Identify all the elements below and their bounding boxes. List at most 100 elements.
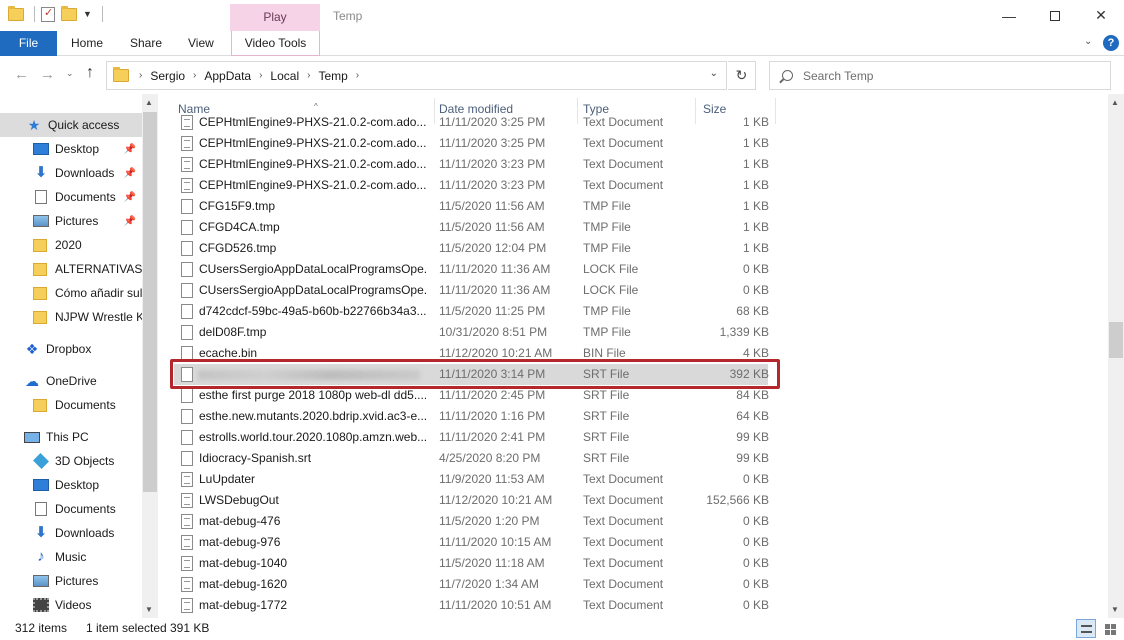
sidebar-scroll-thumb[interactable] — [143, 112, 157, 492]
file-icon — [181, 283, 193, 298]
maximize-button[interactable] — [1032, 0, 1078, 31]
table-row[interactable]: Idiocracy-Spanish.srt 4/25/2020 8:20 PM SR… — [174, 448, 769, 469]
recent-locations-icon[interactable]: ⌄ — [66, 68, 74, 79]
sidebar-scrollbar[interactable]: ▲ ▼ — [142, 94, 158, 618]
cloud-icon: ☁ — [25, 373, 39, 389]
table-row[interactable]: esthe.new.mutants.2020.bdrip.xvid.ac3-e.… — [174, 406, 769, 427]
sidebar-item-como-anadir[interactable]: Cómo añadir sul — [0, 281, 142, 305]
file-name: LuUpdater — [199, 472, 256, 486]
sidebar-item-this-pc[interactable]: This PC — [0, 425, 142, 449]
file-icon — [181, 304, 193, 319]
sidebar-item-videos[interactable]: Videos — [0, 593, 142, 617]
table-row[interactable]: CEPHtmlEngine9-PHXS-21.0.2-com.ado... 11/… — [174, 133, 769, 154]
scroll-down-icon[interactable]: ▼ — [145, 605, 153, 614]
file-list-scroll-thumb[interactable] — [1109, 322, 1123, 358]
tab-share[interactable]: Share — [130, 31, 162, 56]
sidebar-item-njpw[interactable]: NJPW Wrestle Ki — [0, 305, 142, 329]
scroll-up-icon[interactable]: ▲ — [1111, 98, 1119, 107]
sidebar-item-music[interactable]: ♪ Music — [0, 545, 142, 569]
table-row[interactable]: CEPHtmlEngine9-PHXS-21.0.2-com.ado... 11/… — [174, 175, 769, 196]
breadcrumb-temp[interactable]: Temp — [318, 69, 347, 83]
breadcrumb-appdata[interactable]: AppData — [204, 69, 251, 83]
sidebar-item-onedrive[interactable]: ☁ OneDrive — [0, 369, 142, 393]
table-row[interactable]: mat-debug-1772 11/11/2020 10:51 AM Text Do… — [174, 595, 769, 616]
forward-arrow-icon[interactable]: → — [40, 66, 55, 83]
chevron-down-icon[interactable]: ⌄ — [710, 68, 718, 79]
sidebar-item-quick-access[interactable]: ★ Quick access — [0, 113, 142, 137]
file-date-modified: 11/5/2020 11:56 AM — [439, 220, 545, 234]
sidebar-item-documents[interactable]: Documents 📌 — [0, 185, 142, 209]
sidebar-item-3d-objects[interactable]: 3D Objects — [0, 449, 142, 473]
large-icons-view-button[interactable] — [1100, 619, 1120, 638]
table-row[interactable]: estrolls.world.tour.2020.1080p.amzn.web.… — [174, 427, 769, 448]
address-bar[interactable]: › Sergio › AppData › Local › Temp › ⌄ — [106, 61, 727, 90]
sidebar-item-label: Desktop — [55, 142, 100, 156]
sidebar-item-pictures[interactable]: Pictures 📌 — [0, 209, 142, 233]
column-divider[interactable] — [775, 98, 776, 124]
chevron-right-icon[interactable]: › — [356, 70, 359, 81]
table-row[interactable]: mat-debug-476 11/5/2020 1:20 PM Text Docum… — [174, 511, 769, 532]
sidebar-item-pc-desktop[interactable]: Desktop — [0, 473, 142, 497]
file-name: CFGD526.tmp — [199, 241, 277, 255]
table-row[interactable]: d742cdcf-59bc-49a5-b60b-b22766b34a3... 11… — [174, 301, 769, 322]
tab-view[interactable]: View — [188, 31, 214, 56]
breadcrumb-sergio[interactable]: Sergio — [150, 69, 185, 83]
table-row[interactable]: CEPHtmlEngine9-PHXS-21.0.2-com.ado... 11/… — [174, 154, 769, 175]
file-name: Idiocracy-Spanish.srt — [199, 451, 312, 465]
chevron-right-icon[interactable]: › — [259, 70, 262, 81]
sidebar-item-pc-pictures[interactable]: Pictures — [0, 569, 142, 593]
search-input[interactable] — [803, 68, 1083, 83]
download-icon: ⬇ — [34, 164, 48, 181]
file-name: CEPHtmlEngine9-PHXS-21.0.2-com.ado... — [199, 178, 426, 192]
minimize-button[interactable]: — — [986, 0, 1032, 31]
sidebar-item-2020[interactable]: 2020 — [0, 233, 142, 257]
tab-video-tools[interactable]: Video Tools — [231, 31, 320, 56]
refresh-button[interactable]: ↻ — [728, 61, 756, 90]
close-button[interactable]: ✕ — [1078, 0, 1124, 31]
expand-ribbon-icon[interactable]: ⌄ — [1084, 36, 1092, 47]
table-row[interactable]: mat-debug-1040 11/5/2020 11:18 AM Text Doc… — [174, 553, 769, 574]
sidebar-item-desktop[interactable]: Desktop 📌 — [0, 137, 142, 161]
table-row[interactable]: CUsersSergioAppDataLocalProgramsOpe... 11… — [174, 259, 769, 280]
customize-toolbar-icon[interactable]: ▼ — [83, 9, 92, 19]
folder-icon — [113, 67, 129, 82]
up-arrow-icon[interactable]: ↑ — [86, 64, 94, 82]
new-folder-icon[interactable] — [61, 5, 77, 21]
sidebar-item-alternativas[interactable]: ALTERNATIVAS X — [0, 257, 142, 281]
table-row[interactable]: CFGD4CA.tmp 11/5/2020 11:56 AM TMP File 1 K… — [174, 217, 769, 238]
breadcrumb-local[interactable]: Local — [270, 69, 299, 83]
properties-icon[interactable] — [41, 6, 55, 22]
table-row[interactable]: CFGD526.tmp 11/5/2020 12:04 PM TMP File 1 K… — [174, 238, 769, 259]
table-row[interactable]: mat-debug-1620 11/7/2020 1:34 AM Text Docu… — [174, 574, 769, 595]
scroll-down-icon[interactable]: ▼ — [1111, 605, 1119, 614]
sidebar-item-dropbox[interactable]: ❖ Dropbox — [0, 337, 142, 361]
file-type: SRT File — [583, 430, 630, 444]
tab-file[interactable]: File — [0, 31, 57, 56]
table-row[interactable]: LuUpdater 11/9/2020 11:53 AM Text Document… — [174, 469, 769, 490]
table-row[interactable]: CFG15F9.tmp 11/5/2020 11:56 AM TMP File 1 K… — [174, 196, 769, 217]
help-icon[interactable]: ? — [1103, 35, 1119, 51]
table-row[interactable]: CEPHtmlEngine9-PHXS-21.0.2-com.ado... 11/… — [174, 112, 769, 133]
sidebar-item-pc-downloads[interactable]: ⬇ Downloads — [0, 521, 142, 545]
chevron-right-icon[interactable]: › — [307, 70, 310, 81]
details-view-button[interactable] — [1076, 619, 1096, 638]
table-row[interactable]: LWSDebugOut 11/12/2020 10:21 AM Text Docum… — [174, 490, 769, 511]
file-name: CEPHtmlEngine9-PHXS-21.0.2-com.ado... — [199, 157, 426, 171]
table-row[interactable]: CUsersSergioAppDataLocalProgramsOpe... 11… — [174, 280, 769, 301]
tab-home[interactable]: Home — [71, 31, 103, 56]
sidebar-item-pc-documents[interactable]: Documents — [0, 497, 142, 521]
table-row[interactable]: delD08F.tmp 10/31/2020 8:51 PM TMP File 1,3… — [174, 322, 769, 343]
scroll-up-icon[interactable]: ▲ — [145, 98, 153, 107]
file-date-modified: 11/11/2020 3:25 PM — [439, 136, 546, 150]
file-size: 0 KB — [742, 556, 769, 570]
file-size: 1 KB — [742, 157, 769, 171]
search-box[interactable] — [769, 61, 1111, 90]
sidebar-item-downloads[interactable]: ⬇ Downloads 📌 — [0, 161, 142, 185]
sidebar-item-onedrive-documents[interactable]: Documents — [0, 393, 142, 417]
back-arrow-icon[interactable]: ← — [14, 66, 29, 83]
details-view-icon — [1081, 625, 1092, 633]
chevron-right-icon[interactable]: › — [139, 70, 142, 81]
chevron-right-icon[interactable]: › — [193, 70, 196, 81]
table-row[interactable]: mat-debug-976 11/11/2020 10:15 AM Text Doc… — [174, 532, 769, 553]
file-list-scrollbar[interactable]: ▲ ▼ — [1108, 94, 1124, 618]
